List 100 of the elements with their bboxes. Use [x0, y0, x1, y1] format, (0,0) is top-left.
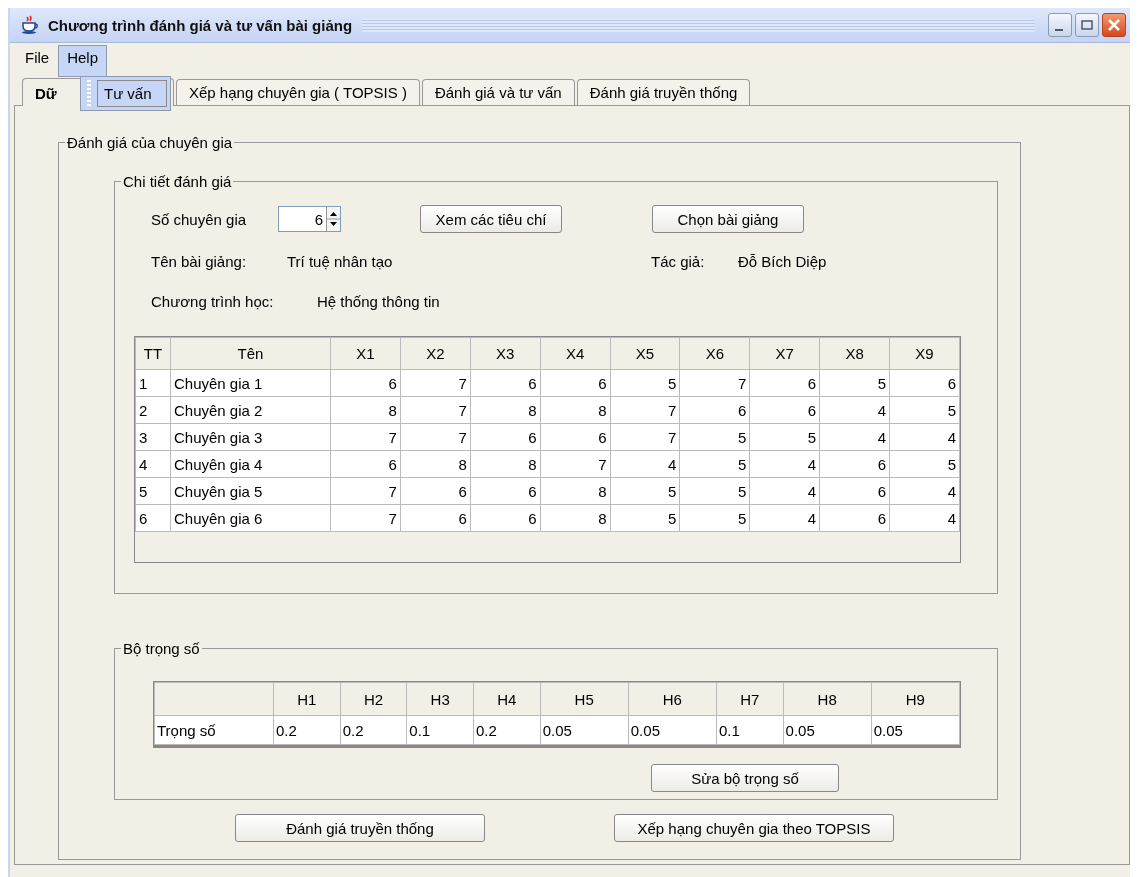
table-cell: 2 [135, 396, 171, 424]
table-cell: 6 [679, 396, 750, 424]
table-cell: 6 [749, 396, 820, 424]
table-cell: 6 [819, 450, 890, 478]
column-header: X7 [749, 337, 820, 370]
table-cell: 7 [610, 423, 680, 451]
table-cell: 7 [400, 369, 471, 397]
table-cell: 7 [610, 396, 680, 424]
cup-icon [20, 15, 40, 35]
table-cell: 5 [135, 477, 171, 505]
column-header: X9 [889, 337, 960, 370]
table-cell: 8 [540, 396, 610, 424]
table-cell: 5 [889, 450, 960, 478]
minimize-button[interactable] [1048, 13, 1072, 37]
column-header: H6 [628, 682, 717, 716]
table-cell: 3 [135, 423, 171, 451]
table-cell: Chuyên gia 5 [170, 477, 331, 505]
table-cell: 4 [889, 423, 960, 451]
row-header: Trọng số [154, 715, 274, 745]
table-cell: 4 [749, 504, 820, 532]
minimize-icon [1054, 29, 1063, 31]
table-cell: Chuyên gia 1 [170, 369, 331, 397]
group-title: Đánh giá của chuyên gia [66, 134, 234, 151]
column-header: X4 [540, 337, 610, 370]
table-cell: 4 [889, 504, 960, 532]
table-cell: Chuyên gia 2 [170, 396, 331, 424]
topsis-ranking-button[interactable]: Xếp hạng chuyên gia theo TOPSIS [614, 814, 894, 842]
table-cell: 5 [819, 369, 890, 397]
column-header: X5 [610, 337, 680, 370]
view-criteria-button[interactable]: Xem các tiêu chí [420, 205, 562, 233]
table-cell: 0.05 [540, 715, 629, 745]
table-cell: 0.2 [473, 715, 541, 745]
table-cell: 8 [540, 504, 610, 532]
table-cell: 0.2 [273, 715, 341, 745]
field-value: Trí tuệ nhân tạo [287, 252, 394, 270]
maximize-icon [1081, 19, 1093, 31]
field-label: Tên bài giảng: [151, 252, 248, 270]
table-cell: 4 [819, 423, 890, 451]
close-icon [1107, 18, 1121, 32]
field-value: Hệ thống thông tin [317, 292, 440, 310]
table-cell: 6 [330, 450, 401, 478]
table-cell: 8 [330, 396, 401, 424]
table-cell: 4 [889, 477, 960, 505]
table-cell: 6 [819, 477, 890, 505]
close-button[interactable] [1102, 13, 1126, 37]
table-cell: 6 [470, 504, 541, 532]
table-cell: 5 [889, 396, 960, 424]
table-cell: 0.1 [406, 715, 474, 745]
menu-item[interactable]: Help [58, 44, 108, 77]
column-header: H2 [340, 682, 407, 716]
table-cell: 4 [135, 450, 171, 478]
table-cell: 4 [819, 396, 890, 424]
table-cell: 0.2 [340, 715, 407, 745]
column-header: H4 [473, 682, 541, 716]
table-cell: 4 [610, 450, 680, 478]
table-cell: 6 [470, 423, 541, 451]
table-cell: 7 [330, 423, 401, 451]
table-cell: Chuyên gia 4 [170, 450, 331, 478]
tab[interactable]: Xếp hạng chuyên gia ( TOPSIS ) [176, 79, 420, 105]
maximize-button[interactable] [1075, 13, 1099, 37]
menu-item[interactable]: File [16, 44, 59, 70]
table-cell: 5 [610, 369, 680, 397]
table-cell: 0.05 [783, 715, 872, 745]
field-label: Tác giả: [651, 252, 706, 270]
table-cell: 4 [749, 477, 820, 505]
edit-weights-button[interactable]: Sửa bộ trọng số [651, 764, 839, 792]
table-cell: 0.1 [716, 715, 784, 745]
table-cell: Chuyên gia 6 [170, 504, 331, 532]
table-cell: 0.05 [871, 715, 960, 745]
window-title: Chương trình đánh giá và tư vấn bài giảng [48, 16, 353, 34]
table-cell: 5 [679, 423, 750, 451]
column-header: X3 [470, 337, 541, 370]
field-value: Đỗ Bích Diệp [738, 252, 827, 270]
table-cell: 6 [330, 369, 401, 397]
tab[interactable]: Đánh giá truyền thống [576, 79, 751, 105]
tab[interactable]: Đánh giá và tư vấn [421, 79, 575, 105]
column-header: H9 [871, 682, 960, 716]
traditional-evaluation-button[interactable]: Đánh giá truyền thống [235, 814, 485, 842]
table-cell: 5 [610, 477, 680, 505]
column-header: Tên [170, 337, 331, 370]
table-cell: 7 [330, 477, 401, 505]
table-cell: 6 [540, 369, 610, 397]
field-label: Chương trình học: [151, 292, 275, 310]
number-spinner[interactable]: 6 [278, 206, 341, 232]
table-cell: 8 [540, 477, 610, 505]
column-header: X2 [400, 337, 471, 370]
table-cell: 1 [135, 369, 171, 397]
menu-option[interactable]: Tư vấn [97, 80, 167, 107]
table-cell: 7 [679, 369, 750, 397]
table-cell: 7 [540, 450, 610, 478]
table-cell: 8 [470, 450, 541, 478]
group-title: Bộ trọng số [122, 640, 201, 657]
table-cell: 7 [400, 423, 471, 451]
table-cell: 7 [400, 396, 471, 424]
table-cell: 6 [889, 369, 960, 397]
column-header: TT [135, 337, 171, 370]
column-header: X1 [330, 337, 401, 370]
choose-lecture-button[interactable]: Chọn bài giảng [652, 205, 804, 233]
table-cell: 6 [819, 504, 890, 532]
table-cell: 0.05 [628, 715, 717, 745]
